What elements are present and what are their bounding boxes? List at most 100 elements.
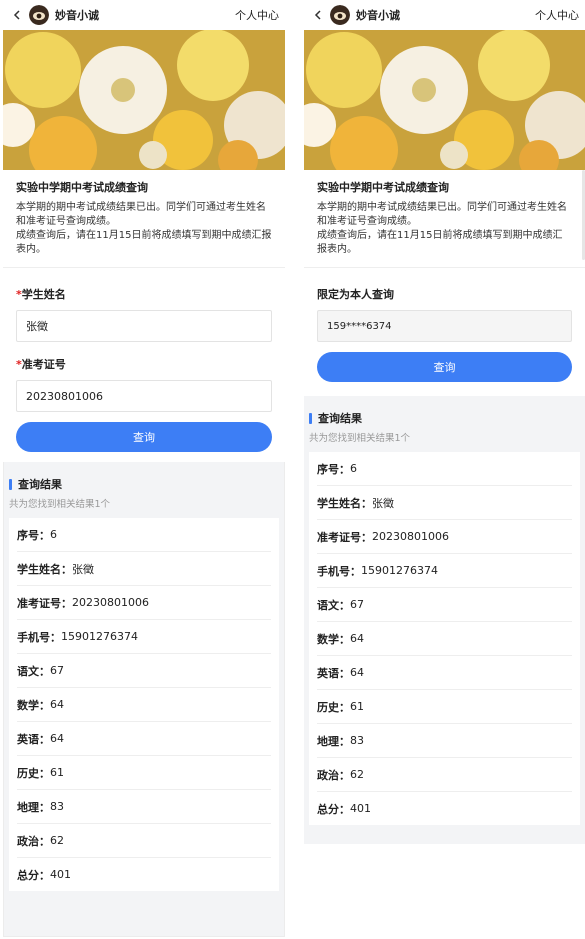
result-key: 政治： <box>17 834 50 848</box>
result-key: 学生姓名： <box>17 562 72 576</box>
result-value: 64 <box>350 632 364 645</box>
result-key: 语文： <box>317 598 350 612</box>
self-query-label: 限定为本人查询 <box>317 288 394 301</box>
result-value: 62 <box>50 834 64 847</box>
student-name-label: *学生姓名 <box>16 288 66 301</box>
result-value: 62 <box>350 768 364 781</box>
result-row: 数学： 64 <box>17 688 271 722</box>
results-section: 查询结果 共为您找到相关结果1个 序号： 6 学生姓名： 张徵 准考证号： 2023080… <box>3 462 285 937</box>
result-value: 6 <box>350 462 357 475</box>
result-key: 准考证号： <box>317 530 372 544</box>
results-accent-bar <box>9 478 12 490</box>
intro-text-2: 成绩查询后，请在11月15日前将成绩填写到期中成绩汇报表内。 <box>317 230 563 255</box>
app-logo-icon <box>29 5 49 25</box>
phone-input: 159****6374 <box>317 310 572 342</box>
result-value: 15901276374 <box>361 564 438 577</box>
intro-text-1: 本学期的期中考试成绩结果已出。同学们可通过考生姓名和准考证号查询成绩。 <box>16 202 266 227</box>
result-value: 401 <box>350 802 371 815</box>
result-key: 政治： <box>317 768 350 782</box>
self-query-field: 限定为本人查询 159****6374 <box>317 286 572 342</box>
result-row: 历史： 61 <box>17 756 271 790</box>
result-value: 15901276374 <box>61 630 138 643</box>
result-row: 手机号： 15901276374 <box>317 554 572 588</box>
chevron-left-icon <box>314 10 321 20</box>
result-row: 英语： 64 <box>17 722 271 756</box>
result-row: 语文： 67 <box>317 588 572 622</box>
result-row: 总分： 401 <box>17 858 271 891</box>
result-row: 政治： 62 <box>17 824 271 858</box>
results-section: 查询结果 共为您找到相关结果1个 序号： 6 学生姓名： 张徵 准考证号： 2023080… <box>304 396 585 844</box>
result-key: 序号： <box>17 528 50 542</box>
result-key: 总分： <box>317 802 350 816</box>
top-bar: 妙音小诚 个人中心 <box>304 0 585 30</box>
result-key: 英语： <box>17 732 50 746</box>
flower-banner-image <box>304 30 585 170</box>
result-row: 准考证号： 20230801006 <box>17 586 271 620</box>
result-key: 历史： <box>317 700 350 714</box>
result-row: 历史： 61 <box>317 690 572 724</box>
result-row: 数学： 64 <box>317 622 572 656</box>
result-key: 学生姓名： <box>317 496 372 510</box>
results-header: 查询结果 <box>9 476 279 492</box>
query-button[interactable]: 查询 <box>317 352 572 382</box>
result-row: 手机号： 15901276374 <box>17 620 271 654</box>
app-name: 妙音小诚 <box>356 9 400 22</box>
result-value: 64 <box>50 732 64 745</box>
result-key: 地理： <box>17 800 50 814</box>
result-value: 20230801006 <box>372 530 449 543</box>
result-value: 67 <box>50 664 64 677</box>
back-button[interactable] <box>310 7 326 23</box>
chevron-left-icon <box>13 10 20 20</box>
results-accent-bar <box>309 412 312 424</box>
exam-id-field: *准考证号 20230801006 <box>16 356 272 412</box>
result-row: 地理： 83 <box>17 790 271 824</box>
result-row: 总分： 401 <box>317 792 572 825</box>
result-row: 学生姓名： 张徵 <box>317 486 572 520</box>
result-key: 地理： <box>317 734 350 748</box>
results-count: 共为您找到相关结果1个 <box>9 499 111 510</box>
exam-id-label: *准考证号 <box>16 358 66 371</box>
result-value: 64 <box>350 666 364 679</box>
user-center-link[interactable]: 个人中心 <box>535 7 579 23</box>
intro-section: 实验中学期中考试成绩查询 本学期的期中考试成绩结果已出。同学们可通过考生姓名和准… <box>304 170 585 268</box>
left-screen: 妙音小诚 个人中心 实验中学期中考试成绩查询 本学期的期中考试成绩结果已出。同学… <box>3 0 285 937</box>
result-row: 学生姓名： 张徵 <box>17 552 271 586</box>
result-value: 67 <box>350 598 364 611</box>
results-card: 序号： 6 学生姓名： 张徵 准考证号： 20230801006 手机号： 159012763… <box>9 518 279 891</box>
result-value: 61 <box>350 700 364 713</box>
result-key: 语文： <box>17 664 50 678</box>
result-value: 83 <box>50 800 64 813</box>
result-row: 政治： 62 <box>317 758 572 792</box>
result-key: 英语： <box>317 666 350 680</box>
flower-banner-image <box>3 30 285 170</box>
result-row: 地理： 83 <box>317 724 572 758</box>
results-count: 共为您找到相关结果1个 <box>309 433 411 444</box>
app-name: 妙音小诚 <box>55 9 99 22</box>
result-key: 数学： <box>317 632 350 646</box>
user-center-link[interactable]: 个人中心 <box>235 7 279 23</box>
result-key: 历史： <box>17 766 50 780</box>
student-name-input[interactable]: 张徵 <box>16 310 272 342</box>
exam-id-input[interactable]: 20230801006 <box>16 380 272 412</box>
query-form: *学生姓名 张徵 *准考证号 20230801006 <box>3 268 285 412</box>
intro-text-1: 本学期的期中考试成绩结果已出。同学们可通过考生姓名和准考证号查询成绩。 <box>317 202 567 227</box>
result-key: 序号： <box>317 462 350 476</box>
result-value: 张徵 <box>72 562 94 576</box>
top-bar: 妙音小诚 个人中心 <box>3 0 285 30</box>
intro-title: 实验中学期中考试成绩查询 <box>16 181 148 194</box>
result-key: 手机号： <box>17 630 61 644</box>
results-header: 查询结果 <box>309 410 580 426</box>
result-value: 6 <box>50 528 57 541</box>
right-screen: 妙音小诚 个人中心 实验中学期中考试成绩查询 本学期的期中考试成绩结果已出。同学… <box>304 0 585 939</box>
result-value: 张徵 <box>372 496 394 510</box>
results-title: 查询结果 <box>18 478 62 491</box>
result-row: 准考证号： 20230801006 <box>317 520 572 554</box>
self-query-form: 限定为本人查询 159****6374 <box>304 268 585 342</box>
result-row: 序号： 6 <box>17 518 271 552</box>
app-logo-icon <box>330 5 350 25</box>
results-card: 序号： 6 学生姓名： 张徵 准考证号： 20230801006 手机号： 159012763… <box>309 452 580 825</box>
result-row: 序号： 6 <box>317 452 572 486</box>
back-button[interactable] <box>9 7 25 23</box>
query-button[interactable]: 查询 <box>16 422 272 452</box>
results-title: 查询结果 <box>318 412 362 425</box>
